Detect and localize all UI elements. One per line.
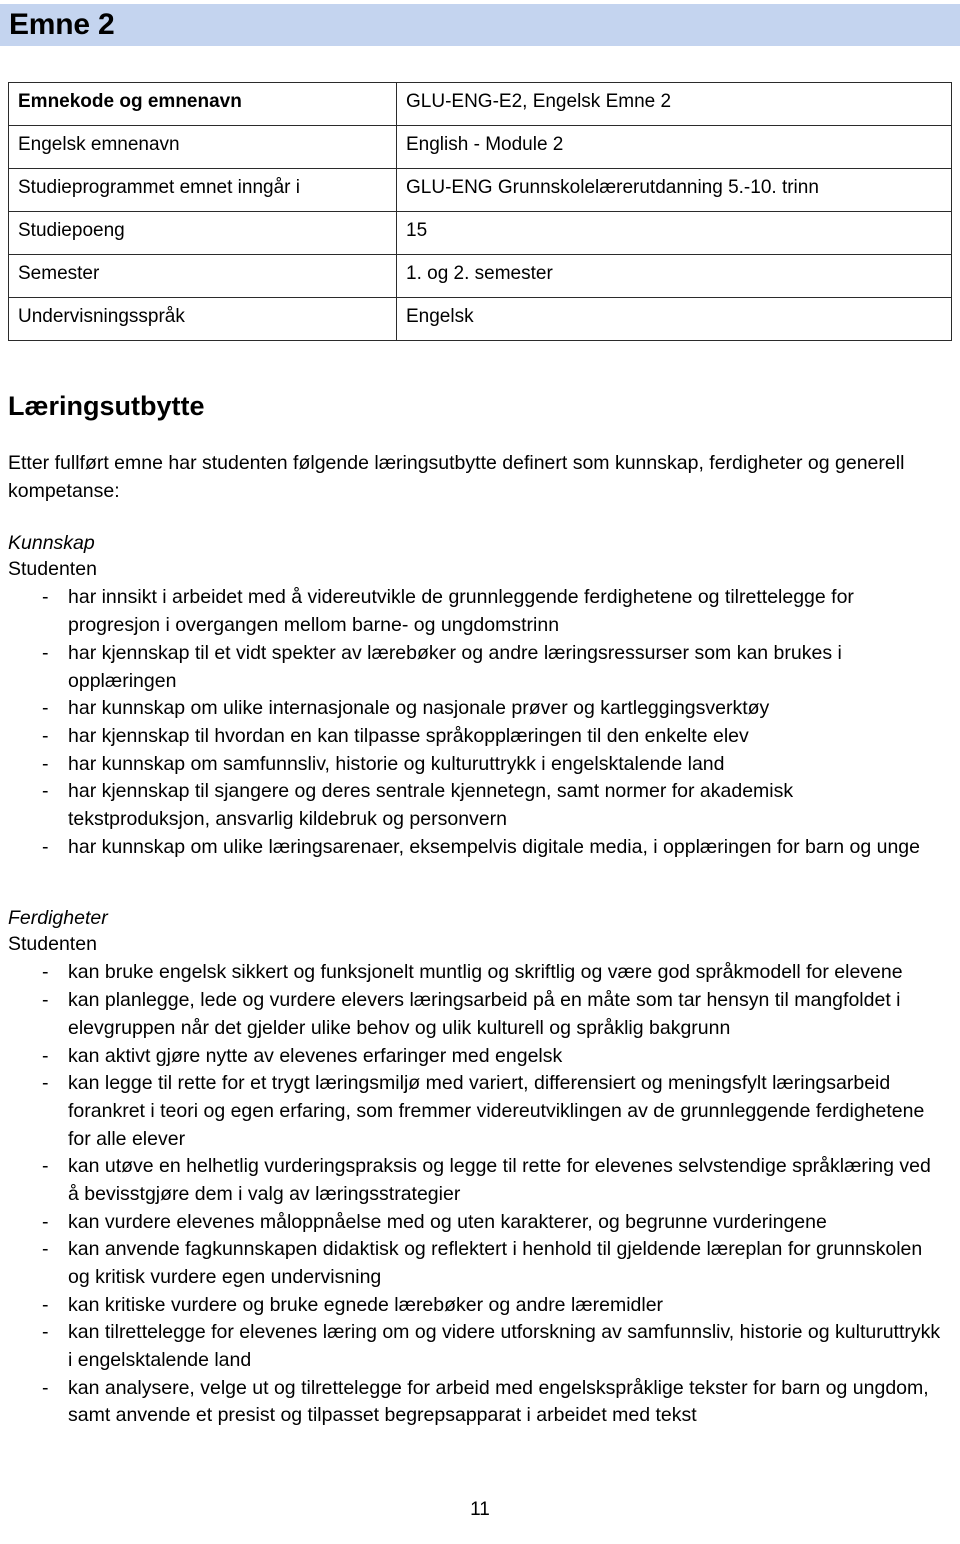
course-info-table-body: Emnekode og emnenavn GLU-ENG-E2, Engelsk… (8, 82, 952, 341)
table-cell-value: 1. og 2. semester (396, 254, 952, 298)
table-cell-value: 15 (396, 211, 952, 255)
list-item-text: har innsikt i arbeidet med å videreutvik… (68, 586, 854, 637)
list-item-text: har kunnskap om samfunnsliv, historie og… (68, 752, 725, 775)
list-item: - kan utøve en helhetlig vurderingspraks… (8, 1153, 952, 1208)
list-item: - kan tilrettelegge for elevenes læring … (8, 1319, 952, 1374)
list-item: - har kjennskap til hvordan en kan tilpa… (8, 723, 952, 751)
table-row: Undervisningsspråk Engelsk (8, 297, 952, 341)
list-item: - kan kritiske vurdere og bruke egnede l… (8, 1292, 952, 1320)
list-item: - kan vurdere elevenes måloppnåelse med … (8, 1209, 952, 1237)
dash-marker-icon: - (42, 961, 49, 984)
list-item: - har innsikt i arbeidet med å videreutv… (8, 584, 952, 639)
list-item: - kan bruke engelsk sikkert og funksjone… (8, 959, 952, 987)
list-item-text: har kunnskap om ulike internasjonale og … (68, 697, 770, 720)
dash-marker-icon: - (42, 1210, 49, 1233)
dash-marker-icon: - (42, 641, 49, 664)
table-cell-value: Engelsk (396, 297, 952, 341)
list-item-text: kan planlegge, lede og vurdere elevers l… (68, 989, 901, 1039)
dash-marker-icon: - (42, 1155, 49, 1178)
skills-block: Ferdigheter Studenten - kan bruke engels… (8, 906, 952, 1430)
dash-marker-icon: - (42, 1044, 49, 1067)
dash-marker-icon: - (42, 780, 49, 803)
dash-marker-icon: - (42, 1321, 49, 1344)
dash-marker-icon: - (42, 989, 49, 1012)
table-cell-value: GLU-ENG-E2, Engelsk Emne 2 (396, 82, 952, 126)
table-row: Semester 1. og 2. semester (8, 254, 952, 298)
list-item: - har kunnskap om ulike læringsarenaer, … (8, 834, 952, 862)
table-cell-value: English - Module 2 (396, 125, 952, 169)
skills-subject-label: Studenten (8, 932, 97, 955)
list-item-text: har kjennskap til sjangere og deres sent… (68, 780, 794, 830)
table-cell-label: Semester (8, 254, 397, 298)
list-item: - kan analysere, velge ut og tilretteleg… (8, 1375, 952, 1430)
table-cell-value: GLU-ENG Grunnskolelærerutdanning 5.-10. … (396, 168, 952, 212)
list-item: - har kjennskap til et vidt spekter av l… (8, 640, 952, 695)
dash-marker-icon: - (42, 752, 49, 775)
table-cell-label: Undervisningsspråk (8, 297, 397, 341)
dash-marker-icon: - (42, 724, 49, 747)
section-heading-learning-outcomes: Læringsutbytte (8, 391, 205, 421)
list-item: - har kunnskap om ulike internasjonale o… (8, 695, 952, 723)
table-cell-label: Studiepoeng (8, 211, 397, 255)
list-item-text: har kunnskap om ulike læringsarenaer, ek… (68, 835, 920, 858)
page-number: 11 (470, 1499, 490, 1520)
list-item-text: har kjennskap til et vidt spekter av lær… (68, 641, 842, 692)
list-item-text: kan tilrettelegge for elevenes læring om… (68, 1321, 941, 1372)
list-item-text: kan vurdere elevenes måloppnåelse med og… (68, 1210, 827, 1233)
list-item: - har kunnskap om samfunnsliv, historie … (8, 751, 952, 779)
skills-category-heading: Ferdigheter (8, 907, 108, 929)
list-item-text: kan anvende fagkunnskapen didaktisk og r… (68, 1238, 923, 1289)
list-item-text: kan utøve en helhetlig vurderingspraksis… (68, 1155, 931, 1205)
list-item: - kan legge til rette for et trygt lærin… (8, 1070, 952, 1153)
dash-marker-icon: - (42, 1293, 49, 1316)
knowledge-block: Kunnskap Studenten - har innsikt i arbei… (8, 531, 952, 861)
course-info-table: Emnekode og emnenavn GLU-ENG-E2, Engelsk… (8, 82, 952, 341)
list-item-text: kan aktivt gjøre nytte av elevenes erfar… (68, 1044, 563, 1067)
table-cell-label: Studieprogrammet emnet inngår i (8, 168, 397, 212)
dash-marker-icon: - (42, 1238, 49, 1261)
table-row: Engelsk emnenavn English - Module 2 (8, 125, 952, 169)
page-title-band: Emne 2 (0, 4, 960, 46)
table-row: Emnekode og emnenavn GLU-ENG-E2, Engelsk… (8, 82, 952, 126)
list-item-text: kan legge til rette for et trygt lærings… (68, 1072, 925, 1150)
dash-marker-icon: - (42, 835, 49, 858)
list-item-text: kan kritiske vurdere og bruke egnede lær… (68, 1293, 664, 1316)
table-row: Studiepoeng 15 (8, 211, 952, 255)
dash-marker-icon: - (42, 697, 49, 720)
table-cell-label: Emnekode og emnenavn (8, 82, 397, 126)
list-item: - kan aktivt gjøre nytte av elevenes erf… (8, 1043, 952, 1071)
table-cell-label: Engelsk emnenavn (8, 125, 397, 169)
list-item-text: kan bruke engelsk sikkert og funksjonelt… (68, 961, 903, 984)
list-item: - kan planlegge, lede og vurdere elevers… (8, 987, 952, 1042)
list-item-text: har kjennskap til hvordan en kan tilpass… (68, 724, 749, 747)
knowledge-subject-label: Studenten (8, 557, 97, 580)
learning-outcomes-intro: Etter fullført emne har studenten følgen… (8, 452, 905, 502)
dash-marker-icon: - (42, 586, 49, 609)
knowledge-category-heading: Kunnskap (8, 532, 95, 554)
dash-marker-icon: - (42, 1072, 49, 1095)
list-item: - kan anvende fagkunnskapen didaktisk og… (8, 1236, 952, 1291)
knowledge-outcome-list: - har innsikt i arbeidet med å videreutv… (8, 584, 952, 861)
dash-marker-icon: - (42, 1376, 49, 1399)
list-item: - har kjennskap til sjangere og deres se… (8, 778, 952, 833)
list-item-text: kan analysere, velge ut og tilrettelegge… (68, 1376, 929, 1427)
page-title: Emne 2 (9, 8, 115, 41)
table-row: Studieprogrammet emnet inngår i GLU-ENG … (8, 168, 952, 212)
skills-outcome-list: - kan bruke engelsk sikkert og funksjone… (8, 959, 952, 1430)
